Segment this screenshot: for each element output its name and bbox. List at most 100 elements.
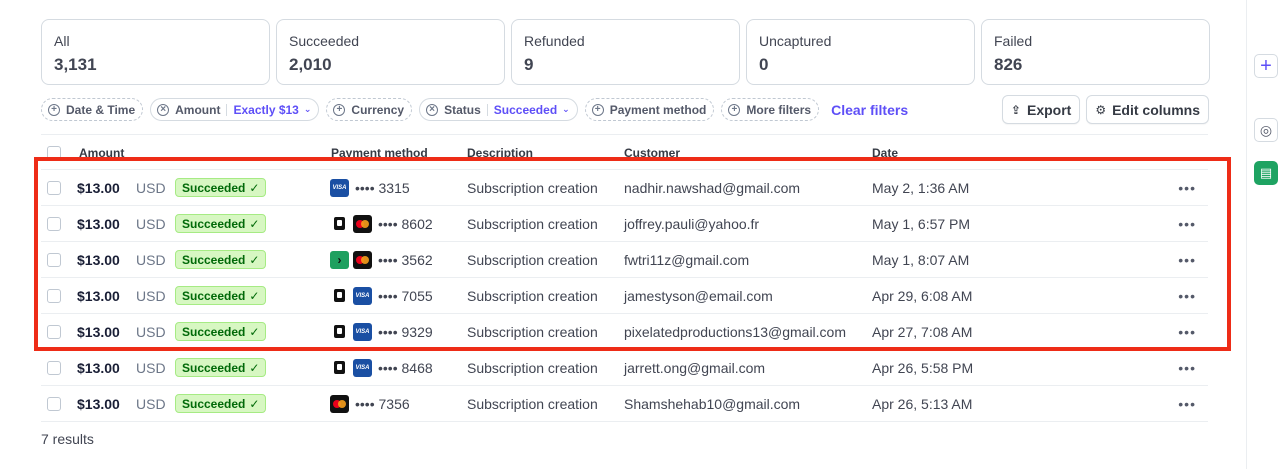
table-body: $13.00 USD Succeeded ✓ VISA •••• 3315 Subscrip… bbox=[41, 170, 1208, 422]
currency: USD bbox=[136, 215, 166, 232]
plus-circle-icon: + bbox=[591, 103, 604, 116]
column-header-customer[interactable]: Customer bbox=[624, 146, 680, 160]
currency: USD bbox=[136, 287, 166, 304]
table-row[interactable]: $13.00 USD Succeeded ✓ VISA •••• 9329 Subscrip… bbox=[41, 314, 1208, 350]
date: Apr 29, 6:08 AM bbox=[872, 287, 973, 304]
payment-method: VISA •••• 9329 bbox=[330, 314, 433, 349]
table-row[interactable]: $13.00 USD Succeeded ✓ › •••• 3562 Subscriptio… bbox=[41, 242, 1208, 278]
filter-chip-more-filters[interactable]: + More filters bbox=[721, 98, 820, 121]
clear-filters-link[interactable]: Clear filters bbox=[831, 102, 908, 118]
table-row[interactable]: $13.00 USD Succeeded ✓ VISA •••• 8468 Subscrip… bbox=[41, 350, 1208, 386]
link-icon bbox=[330, 286, 349, 305]
description: Subscription creation bbox=[467, 215, 598, 232]
status-badge: Succeeded ✓ bbox=[175, 178, 267, 197]
column-header-date[interactable]: Date bbox=[872, 146, 898, 160]
settings-icon[interactable]: ◎ bbox=[1254, 118, 1278, 142]
plus-icon[interactable]: + bbox=[1254, 54, 1278, 78]
checkmark-icon: ✓ bbox=[249, 180, 260, 195]
filter-chip-currency[interactable]: + Currency bbox=[326, 98, 413, 121]
more-actions-icon[interactable]: ••• bbox=[1178, 242, 1196, 277]
row-checkbox[interactable] bbox=[47, 181, 61, 195]
remove-circle-icon[interactable]: × bbox=[426, 103, 439, 116]
date: Apr 26, 5:58 PM bbox=[872, 359, 974, 376]
card-refunded[interactable]: Refunded 9 bbox=[511, 19, 740, 85]
table-row[interactable]: $13.00 USD Succeeded ✓ •••• 7356 Subscription… bbox=[41, 386, 1208, 422]
card-succeeded[interactable]: Succeeded 2,010 bbox=[276, 19, 505, 85]
description: Subscription creation bbox=[467, 359, 598, 376]
spreadsheet-icon[interactable]: ▤ bbox=[1254, 161, 1278, 185]
mastercard-icon bbox=[330, 394, 349, 413]
checkmark-icon: ✓ bbox=[249, 288, 260, 303]
card-uncaptured[interactable]: Uncaptured 0 bbox=[746, 19, 975, 85]
description: Subscription creation bbox=[467, 287, 598, 304]
card-label: Refunded bbox=[524, 33, 585, 49]
card-value: 9 bbox=[524, 55, 534, 74]
status-label: Succeeded bbox=[182, 396, 246, 411]
customer-email[interactable]: jamestyson@email.com bbox=[624, 278, 773, 313]
payment-method: VISA •••• 3315 bbox=[330, 170, 410, 205]
filter-chip-status[interactable]: × Status Succeeded ⌄ bbox=[419, 98, 578, 121]
filter-chip-amount[interactable]: × Amount Exactly $13 ⌄ bbox=[150, 98, 320, 121]
column-header-description[interactable]: Description bbox=[467, 146, 533, 160]
amount: $13.00 bbox=[77, 287, 120, 304]
status-cell: Succeeded ✓ bbox=[175, 350, 267, 385]
more-actions-icon[interactable]: ••• bbox=[1178, 278, 1196, 313]
chip-divider bbox=[226, 103, 228, 116]
customer-email[interactable]: pixelatedproductions13@gmail.com bbox=[624, 314, 846, 349]
row-checkbox[interactable] bbox=[47, 325, 61, 339]
status-label: Succeeded bbox=[182, 324, 246, 339]
customer-email[interactable]: nadhir.nawshad@gmail.com bbox=[624, 170, 800, 205]
table-row[interactable]: $13.00 USD Succeeded ✓ •••• 8602 Subscription… bbox=[41, 206, 1208, 242]
more-actions-icon[interactable]: ••• bbox=[1178, 314, 1196, 349]
table-row[interactable]: $13.00 USD Succeeded ✓ VISA •••• 7055 Subscrip… bbox=[41, 278, 1208, 314]
card-label: Failed bbox=[994, 33, 1033, 49]
payment-method: VISA •••• 8468 bbox=[330, 350, 433, 385]
chip-label: Currency bbox=[351, 102, 405, 117]
plus-circle-icon: + bbox=[333, 103, 346, 116]
link-icon bbox=[330, 214, 349, 233]
chip-label: More filters bbox=[746, 102, 812, 117]
remove-circle-icon[interactable]: × bbox=[157, 103, 170, 116]
table-header: Amount Payment method Description Custom… bbox=[41, 134, 1208, 170]
table-row[interactable]: $13.00 USD Succeeded ✓ VISA •••• 3315 Subscrip… bbox=[41, 170, 1208, 206]
plus-circle-icon: + bbox=[728, 103, 741, 116]
card-value: 0 bbox=[759, 55, 769, 74]
status-cell: Succeeded ✓ bbox=[175, 314, 267, 349]
export-button[interactable]: ⇪ Export bbox=[1001, 95, 1081, 124]
column-header-payment-method[interactable]: Payment method bbox=[331, 146, 428, 160]
status-badge: Succeeded ✓ bbox=[175, 214, 267, 233]
payment-method: VISA •••• 7055 bbox=[330, 278, 433, 313]
row-checkbox[interactable] bbox=[47, 253, 61, 267]
card-all[interactable]: All 3,131 bbox=[41, 19, 270, 85]
card-last4: •••• 7055 bbox=[378, 287, 433, 304]
row-checkbox[interactable] bbox=[47, 361, 61, 375]
card-last4: •••• 8602 bbox=[378, 215, 433, 232]
more-actions-icon[interactable]: ••• bbox=[1178, 170, 1196, 205]
column-header-amount[interactable]: Amount bbox=[79, 146, 124, 160]
row-checkbox[interactable] bbox=[47, 397, 61, 411]
payments-table: Amount Payment method Description Custom… bbox=[41, 134, 1208, 422]
card-failed[interactable]: Failed 826 bbox=[981, 19, 1210, 85]
row-checkbox[interactable] bbox=[47, 217, 61, 231]
filter-chip-payment-method[interactable]: + Payment method bbox=[584, 98, 715, 121]
filter-chip-date-time[interactable]: + Date & Time bbox=[41, 98, 144, 121]
customer-email[interactable]: jarrett.ong@gmail.com bbox=[624, 350, 765, 385]
card-last4: •••• 3315 bbox=[355, 179, 410, 196]
status-cell: Succeeded ✓ bbox=[175, 386, 267, 421]
status-badge: Succeeded ✓ bbox=[175, 286, 267, 305]
status-cell: Succeeded ✓ bbox=[175, 170, 267, 205]
more-actions-icon[interactable]: ••• bbox=[1178, 350, 1196, 385]
row-checkbox[interactable] bbox=[47, 289, 61, 303]
status-label: Succeeded bbox=[182, 288, 246, 303]
customer-email[interactable]: Shamshehab10@gmail.com bbox=[624, 386, 800, 421]
select-all-checkbox[interactable] bbox=[47, 146, 61, 160]
customer-email[interactable]: fwtri11z@gmail.com bbox=[624, 242, 749, 277]
date: Apr 26, 5:13 AM bbox=[872, 395, 973, 412]
more-actions-icon[interactable]: ••• bbox=[1178, 206, 1196, 241]
chip-label: Date & Time bbox=[66, 102, 136, 117]
more-actions-icon[interactable]: ••• bbox=[1178, 386, 1196, 421]
customer-email[interactable]: joffrey.pauli@yahoo.fr bbox=[624, 206, 759, 241]
export-icon: ⇪ bbox=[1010, 102, 1021, 117]
edit-columns-button[interactable]: ⚙ Edit columns bbox=[1086, 95, 1209, 124]
results-count: 7 results bbox=[41, 431, 94, 447]
